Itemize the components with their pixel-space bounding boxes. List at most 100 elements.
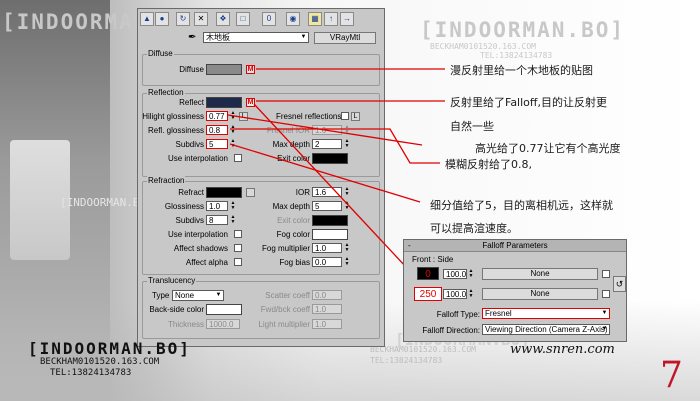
refr-subdivs-spinner[interactable]: ▲ ▼ bbox=[230, 215, 236, 225]
fresnel-ior-input[interactable]: 1.6 bbox=[312, 125, 342, 135]
subdivs-input[interactable]: 5 bbox=[206, 139, 228, 149]
falloff-collapse-sign: - bbox=[408, 241, 411, 250]
swap-colors-icon[interactable]: ↺ bbox=[613, 276, 626, 292]
ior-spinner[interactable]: ▲ ▼ bbox=[344, 187, 350, 197]
scatter-coeff-input[interactable]: 0.0 bbox=[312, 290, 342, 300]
fwd-bck-coeff-input[interactable]: 1.0 bbox=[312, 304, 342, 314]
fog-multiplier-input[interactable]: 1.0 bbox=[312, 243, 342, 253]
chevron-down-icon: ▼ bbox=[601, 310, 608, 316]
put-to-library-icon[interactable]: □ bbox=[236, 12, 250, 26]
side-map-checkbox[interactable] bbox=[602, 290, 610, 298]
refl-glossiness-input[interactable]: 0.8 bbox=[206, 125, 228, 135]
refr-exit-color-swatch[interactable] bbox=[312, 215, 348, 226]
refl-max-depth-spinner[interactable]: ▲ ▼ bbox=[344, 139, 350, 149]
refr-subdivs-input[interactable]: 8 bbox=[206, 215, 228, 225]
side-amount-spinner[interactable]: ▲ ▼ bbox=[468, 289, 474, 299]
reflection-group-title: Reflection bbox=[147, 88, 185, 97]
affect-shadows-checkbox[interactable] bbox=[234, 244, 242, 252]
refl-glossiness-spinner[interactable]: ▲ ▼ bbox=[230, 125, 236, 135]
refr-glossiness-label: Glossiness bbox=[164, 202, 204, 211]
go-forward-icon[interactable]: → bbox=[340, 12, 354, 26]
refr-glossiness-spinner[interactable]: ▲ ▼ bbox=[230, 201, 236, 211]
refr-exit-color-label: Exit color bbox=[277, 216, 310, 225]
refract-map-button[interactable] bbox=[246, 188, 255, 197]
refr-max-depth-input[interactable]: 5 bbox=[312, 201, 342, 211]
material-name-dropdown[interactable]: 木地板 ▼ bbox=[203, 32, 309, 43]
put-to-scene-icon[interactable]: ▲ bbox=[140, 12, 154, 26]
fresnel-lock-button[interactable]: L bbox=[351, 112, 360, 121]
subdivs-annotation-line1: 细分值给了5，目的离相机远，这样就 bbox=[430, 199, 613, 212]
refract-color-swatch[interactable] bbox=[206, 187, 242, 198]
affect-alpha-checkbox[interactable] bbox=[234, 258, 242, 266]
reflect-annotation-line2: 自然一些 bbox=[450, 120, 494, 133]
assign-material-icon[interactable]: ● bbox=[155, 12, 169, 26]
refr-max-depth-label: Max depth bbox=[272, 202, 310, 211]
falloff-type-label: Falloff Type: bbox=[436, 310, 480, 319]
chevron-down-icon: ▼ bbox=[215, 292, 222, 298]
diffuse-color-swatch[interactable] bbox=[206, 64, 242, 75]
subdivs-label: Subdivs bbox=[175, 140, 204, 149]
thickness-input[interactable]: 1000.0 bbox=[206, 319, 240, 329]
hilight-glossiness-spinner[interactable]: ▲ ▼ bbox=[230, 111, 236, 121]
fresnel-ior-label: Fresnel IOR bbox=[266, 126, 310, 135]
fog-bias-spinner[interactable]: ▲ ▼ bbox=[344, 257, 350, 267]
show-map-icon[interactable]: ◉ bbox=[286, 12, 300, 26]
show-end-result-icon[interactable]: ▦ bbox=[308, 12, 322, 26]
front-color-swatch[interactable]: 0 bbox=[417, 267, 439, 280]
refr-glossiness-input[interactable]: 1.0 bbox=[206, 201, 228, 211]
ior-input[interactable]: 1.6 bbox=[312, 187, 342, 197]
reflect-label: Reflect bbox=[179, 98, 204, 107]
side-amount-input[interactable]: 100.0 bbox=[443, 289, 467, 299]
front-map-checkbox[interactable] bbox=[602, 270, 610, 278]
diffuse-map-button[interactable]: M bbox=[246, 65, 255, 74]
fog-bias-input[interactable]: 0.0 bbox=[312, 257, 342, 267]
material-type-button[interactable]: VRayMtl bbox=[314, 32, 376, 44]
refract-label: Refract bbox=[178, 188, 204, 197]
fresnel-reflections-checkbox[interactable] bbox=[341, 112, 349, 120]
thickness-label: Thickness bbox=[167, 320, 204, 329]
front-amount-input[interactable]: 100.0 bbox=[443, 269, 467, 279]
hilight-glossiness-label: Hilight glossiness bbox=[142, 112, 204, 121]
translucency-type-dropdown[interactable]: None ▼ bbox=[172, 290, 224, 301]
subdivs-spinner[interactable]: ▲ ▼ bbox=[230, 139, 236, 149]
diffuse-group-title: Diffuse bbox=[147, 49, 174, 58]
side-map-button[interactable]: None bbox=[482, 288, 598, 300]
back-side-color-swatch[interactable] bbox=[206, 304, 242, 315]
fog-bias-label: Fog bias bbox=[279, 258, 310, 267]
light-multiplier-input[interactable]: 1.0 bbox=[312, 319, 342, 329]
side-color-swatch[interactable]: 250 bbox=[414, 287, 442, 301]
affect-alpha-label: Affect alpha bbox=[185, 258, 228, 267]
material-id-icon[interactable]: 0 bbox=[262, 12, 276, 26]
site-url: www.snren.com bbox=[510, 342, 615, 357]
eyedropper-icon[interactable]: ✒ bbox=[188, 32, 196, 43]
refl-use-interpolation-checkbox[interactable] bbox=[234, 154, 242, 162]
front-color-value: 0 bbox=[425, 269, 431, 280]
reset-map-icon[interactable]: ↻ bbox=[176, 12, 190, 26]
fog-multiplier-spinner[interactable]: ▲ ▼ bbox=[344, 243, 350, 253]
refraction-group-title: Refraction bbox=[147, 176, 186, 185]
hilight-lock-button[interactable]: L bbox=[239, 112, 248, 121]
refl-max-depth-label: Max depth bbox=[272, 140, 310, 149]
refr-use-interpolation-checkbox[interactable] bbox=[234, 230, 242, 238]
reflect-color-swatch[interactable] bbox=[206, 97, 242, 108]
watermark-brand-topright: [INDOORMAN.BO] bbox=[420, 18, 626, 42]
fresnel-ior-spinner[interactable]: ▲ ▼ bbox=[344, 125, 350, 135]
front-map-button[interactable]: None bbox=[482, 268, 598, 280]
side-color-value: 250 bbox=[419, 289, 437, 300]
affect-shadows-label: Affect shadows bbox=[173, 244, 228, 253]
falloff-title: Falloff Parameters bbox=[482, 241, 548, 250]
fog-color-swatch[interactable] bbox=[312, 229, 348, 240]
reflect-map-button[interactable]: M bbox=[246, 98, 255, 107]
refl-exit-color-swatch[interactable] bbox=[312, 153, 348, 164]
falloff-type-dropdown[interactable]: Fresnel ▼ bbox=[482, 308, 610, 319]
falloff-title-bar[interactable]: - Falloff Parameters bbox=[404, 240, 626, 252]
delete-icon[interactable]: ✕ bbox=[194, 12, 208, 26]
front-amount-spinner[interactable]: ▲ ▼ bbox=[468, 269, 474, 279]
falloff-direction-dropdown[interactable]: Viewing Direction (Camera Z-Axis) ▼ bbox=[482, 324, 610, 335]
go-to-parent-icon[interactable]: ↑ bbox=[324, 12, 338, 26]
brand-email-bottom: BECKHAM0101520.163.COM bbox=[40, 357, 160, 367]
refl-max-depth-input[interactable]: 2 bbox=[312, 139, 342, 149]
hilight-glossiness-input[interactable]: 0.77 bbox=[206, 111, 228, 121]
make-unique-icon[interactable]: ❖ bbox=[216, 12, 230, 26]
refr-max-depth-spinner[interactable]: ▲ ▼ bbox=[344, 201, 350, 211]
